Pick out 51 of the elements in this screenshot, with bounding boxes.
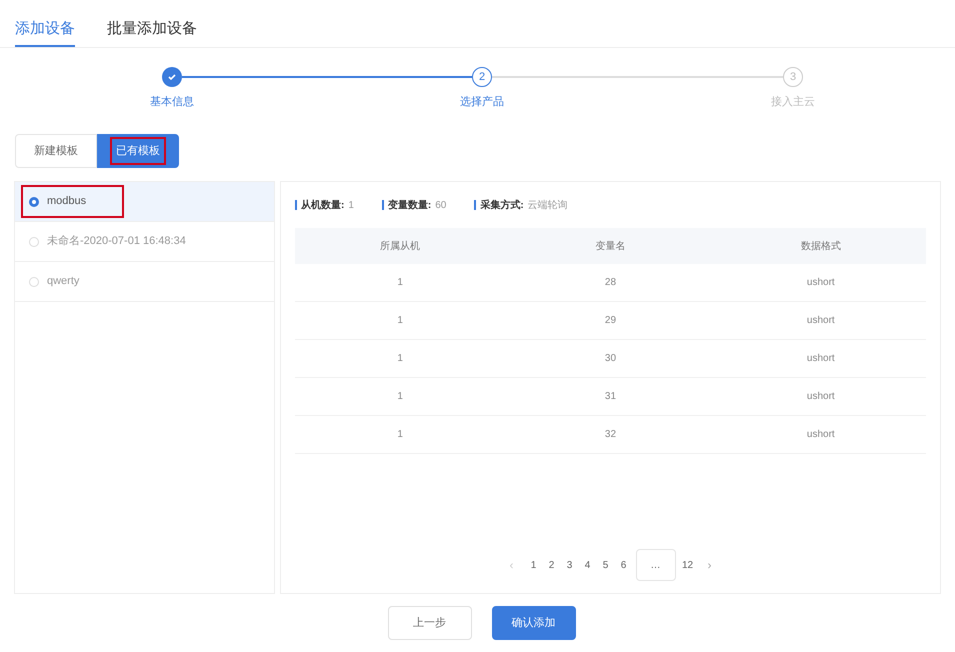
tab[interactable]: 添加设备 bbox=[15, 14, 75, 47]
step-label: 选择产品 bbox=[459, 94, 505, 110]
page-button[interactable]: 2 bbox=[546, 552, 558, 578]
page-button[interactable]: … bbox=[636, 549, 676, 581]
back-button[interactable]: 上一步 bbox=[388, 606, 472, 640]
summary-label: 从机数量: bbox=[301, 198, 344, 212]
table-cell-text: ushort bbox=[806, 390, 836, 404]
summary-label: 变量数量: bbox=[388, 198, 432, 212]
table-cell-text: ushort bbox=[806, 314, 836, 328]
table-cell-text: 29 bbox=[604, 314, 618, 328]
page-button[interactable]: 12 bbox=[682, 552, 694, 578]
column-header: 数据格式 bbox=[800, 240, 842, 254]
accent-bar bbox=[382, 200, 384, 210]
confirm-button[interactable]: 确认添加 bbox=[492, 606, 576, 640]
table-cell-text: 1 bbox=[396, 276, 404, 290]
accent-bar bbox=[474, 200, 476, 210]
table-cell-text: 30 bbox=[604, 352, 618, 366]
template-tab[interactable]: 新建模板 bbox=[15, 134, 97, 168]
template-item[interactable]: modbus bbox=[15, 182, 274, 222]
column-header: 变量名 bbox=[594, 240, 626, 254]
table-cell-text: ushort bbox=[806, 276, 836, 290]
summary-value: 60 bbox=[435, 198, 446, 212]
step-label: 基本信息 bbox=[149, 95, 195, 110]
table-cell-text: 1 bbox=[396, 428, 404, 442]
summary-label: 采集方式: bbox=[480, 198, 524, 212]
table-cell-text: 1 bbox=[396, 352, 404, 366]
tab[interactable]: 批量添加设备 bbox=[107, 14, 197, 47]
table-cell-text: ushort bbox=[806, 428, 836, 442]
table-cell-text: 28 bbox=[604, 276, 618, 290]
template-name: 未命名-2020-07-01 16:48:34 bbox=[47, 234, 186, 250]
table-cell-text: 1 bbox=[396, 314, 404, 328]
summary-value: 云端轮询 bbox=[528, 198, 568, 212]
template-tab[interactable]: 已有模板 bbox=[97, 134, 179, 168]
template-name: qwerty bbox=[47, 274, 80, 290]
step-number: 3 bbox=[783, 67, 803, 87]
page-button[interactable]: 4 bbox=[582, 552, 594, 578]
page-button[interactable]: 5 bbox=[600, 552, 612, 578]
table-cell-text: 31 bbox=[604, 390, 618, 404]
accent-bar bbox=[295, 200, 297, 210]
step-label: 接入主云 bbox=[770, 94, 816, 110]
column-header: 所属从机 bbox=[379, 240, 422, 254]
radio[interactable] bbox=[29, 196, 39, 206]
table-cell-text: ushort bbox=[806, 352, 836, 366]
page-button[interactable]: 1 bbox=[528, 552, 540, 578]
table-cell-text: 1 bbox=[396, 390, 404, 404]
page-button[interactable]: 3 bbox=[564, 552, 576, 578]
page-button[interactable]: 6 bbox=[618, 552, 630, 578]
step-number: 2 bbox=[472, 67, 492, 87]
template-name: modbus bbox=[47, 194, 86, 210]
summary-value: 1 bbox=[348, 198, 354, 212]
table-cell-text: 32 bbox=[604, 428, 618, 442]
